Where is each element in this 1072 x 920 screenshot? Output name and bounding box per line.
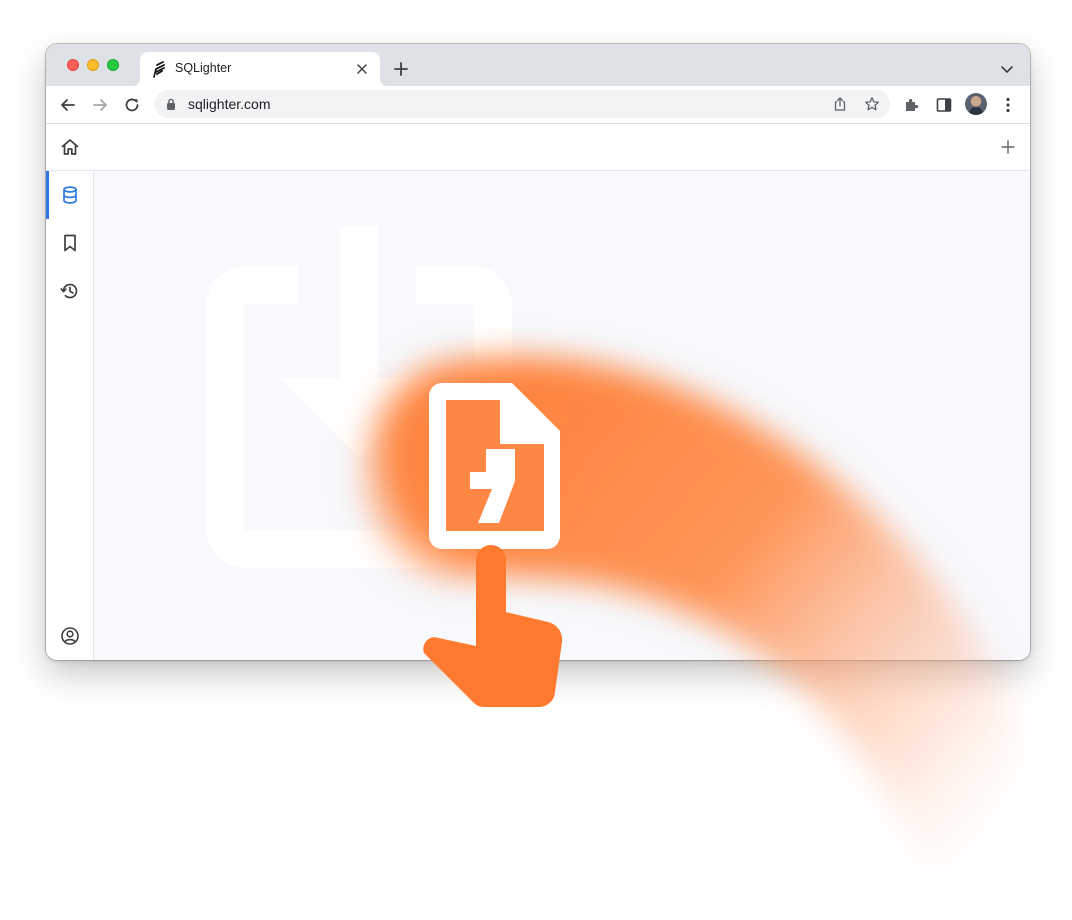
zoom-window-button[interactable] xyxy=(107,59,119,71)
lock-icon[interactable] xyxy=(166,98,176,110)
bookmark-star-icon[interactable] xyxy=(864,96,880,112)
bookmark-icon[interactable] xyxy=(60,233,80,253)
tab-search-chevron-icon[interactable] xyxy=(1000,62,1014,76)
screenshot-stage: SQLighter sqlighter.com xyxy=(0,0,1072,920)
extensions-puzzle-icon[interactable] xyxy=(903,96,921,114)
close-window-button[interactable] xyxy=(67,59,79,71)
side-panel-icon[interactable] xyxy=(935,96,953,114)
sidebar-active-indicator xyxy=(46,171,49,219)
new-tab-icon[interactable] xyxy=(393,61,409,77)
home-icon[interactable] xyxy=(60,137,80,157)
plus-icon[interactable] xyxy=(1001,140,1015,154)
reload-icon[interactable] xyxy=(123,96,141,114)
browser-tab[interactable]: SQLighter xyxy=(132,52,388,86)
database-icon[interactable] xyxy=(60,185,80,205)
sqlighter-app xyxy=(46,124,1030,660)
minimize-window-button[interactable] xyxy=(87,59,99,71)
url-text: sqlighter.com xyxy=(188,96,271,112)
sidebar xyxy=(46,171,94,660)
user-account-icon[interactable] xyxy=(60,626,80,646)
share-icon[interactable] xyxy=(832,96,848,112)
app-header xyxy=(46,124,1030,171)
browser-toolbar: sqlighter.com xyxy=(46,86,1030,124)
back-arrow-icon[interactable] xyxy=(59,96,77,114)
tab-strip: SQLighter xyxy=(46,44,1030,86)
address-bar[interactable]: sqlighter.com xyxy=(154,90,890,118)
profile-avatar[interactable] xyxy=(965,93,987,115)
close-tab-icon[interactable] xyxy=(356,63,368,75)
more-menu-icon[interactable] xyxy=(999,96,1017,114)
forward-arrow-icon[interactable] xyxy=(91,96,109,114)
history-icon[interactable] xyxy=(60,281,80,301)
file-download-icon xyxy=(206,226,512,568)
browser-window: SQLighter sqlighter.com xyxy=(46,44,1030,660)
main-content-dropzone[interactable] xyxy=(94,171,1030,660)
sqlighter-favicon-icon xyxy=(153,61,165,78)
tab-title: SQLighter xyxy=(175,61,232,75)
